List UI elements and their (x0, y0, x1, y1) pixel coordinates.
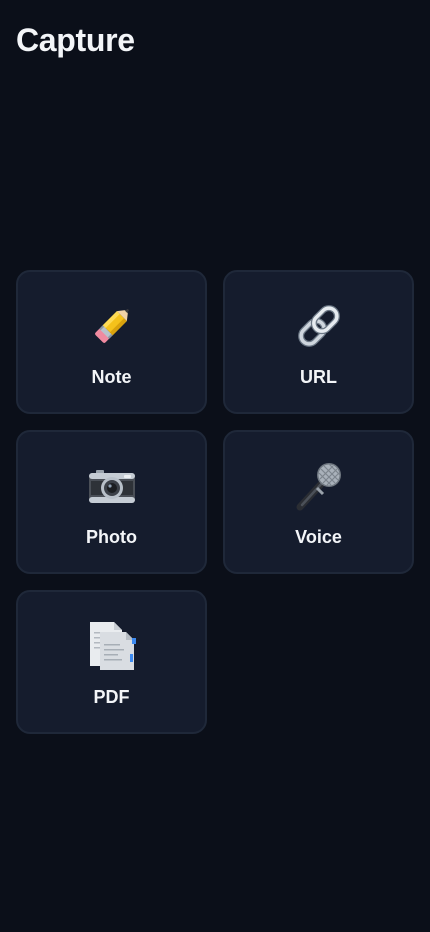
page-title: Capture (16, 22, 135, 58)
capture-voice-button[interactable]: Voice (223, 430, 414, 574)
link-icon (297, 305, 340, 347)
capture-options-grid: Note URL Photo Voice PDF (16, 270, 414, 734)
capture-voice-label: Voice (295, 527, 342, 547)
capture-photo-button[interactable]: Photo (16, 430, 207, 574)
capture-photo-label: Photo (86, 527, 137, 547)
capture-note-button[interactable]: Note (16, 270, 207, 414)
capture-pdf-label: PDF (93, 687, 130, 707)
capture-url-button[interactable]: URL (223, 270, 414, 414)
document-icon (89, 622, 136, 670)
pencil-icon (94, 309, 128, 343)
capture-pdf-button[interactable]: PDF (16, 590, 207, 734)
camera-icon (88, 470, 135, 503)
capture-url-label: URL (300, 367, 337, 387)
capture-note-label: Note (91, 367, 132, 387)
capture-screen: Capture Note URL Photo Voice PDF (0, 0, 430, 932)
microphone-icon (296, 463, 341, 511)
